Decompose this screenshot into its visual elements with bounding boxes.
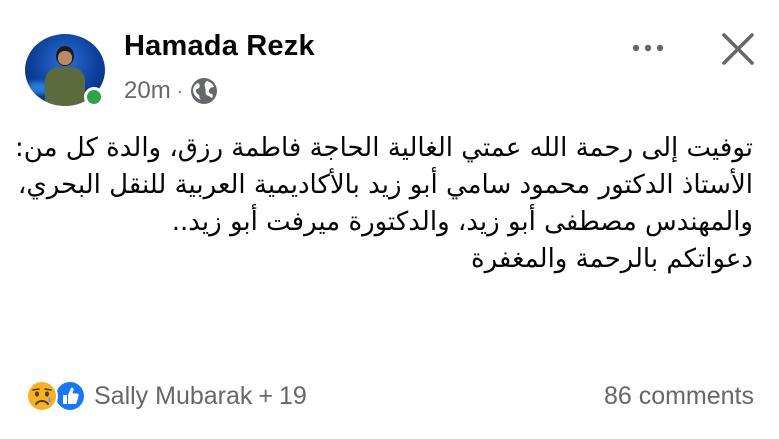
reactors-text: Sally Mubarak + 19 [94, 382, 307, 411]
reactor-name: Sally Mubarak [94, 381, 253, 410]
post-body-text: توفيت إلى رحمة الله عمتي الغالية الحاجة … [15, 133, 753, 274]
reactor-others-count: 19 [279, 381, 307, 410]
post-footer: Sally Mubarak + 19 86 comments [0, 378, 779, 418]
reactions-summary[interactable]: Sally Mubarak + 19 [26, 380, 307, 412]
meta-separator: · [176, 80, 183, 101]
facebook-post: Hamada Rezk 20m · توفيت إلى رحمة الله عم… [0, 0, 779, 439]
post-meta: 20m · [124, 76, 219, 106]
reactor-plus: + [258, 381, 274, 410]
avatar-figure-face [58, 51, 72, 65]
author-name[interactable]: Hamada Rezk [124, 30, 315, 63]
avatar-figure-body [45, 67, 85, 106]
more-options-icon[interactable] [628, 34, 668, 62]
close-icon[interactable] [718, 29, 758, 69]
post-timestamp[interactable]: 20m [124, 77, 171, 105]
online-status-dot [84, 87, 104, 107]
sad-reaction-icon [26, 380, 58, 412]
globe-icon[interactable] [189, 76, 219, 106]
comments-count-link[interactable]: 86 comments [604, 382, 754, 411]
like-reaction-icon [54, 380, 86, 412]
